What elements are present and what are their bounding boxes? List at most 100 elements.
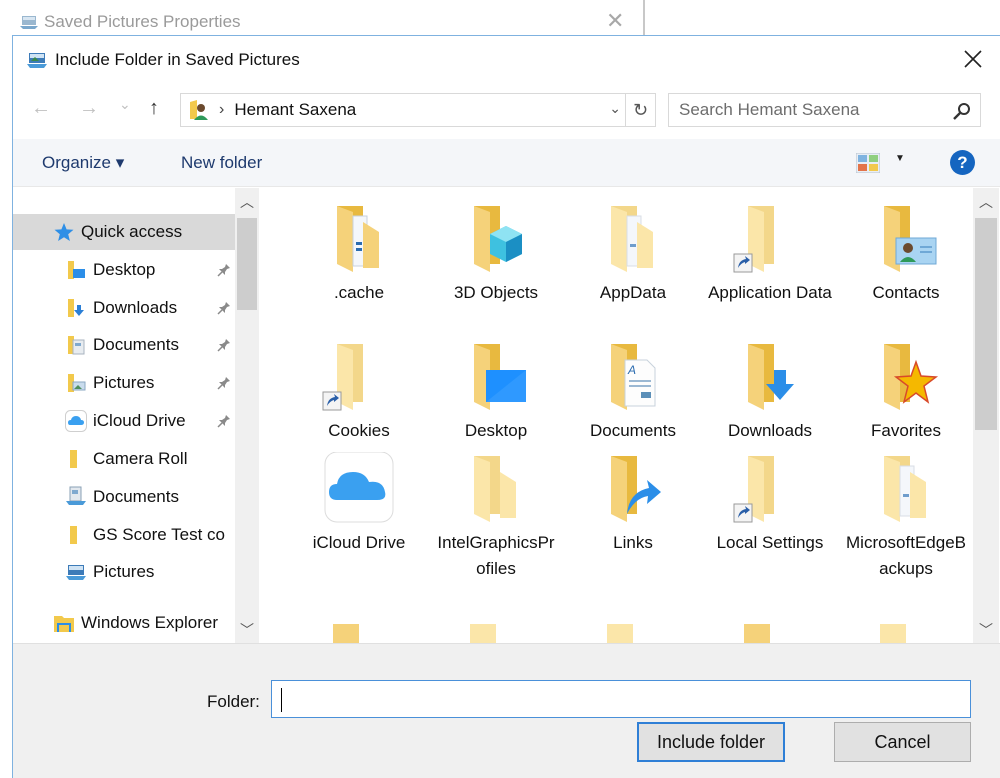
sidebar-item-desktop[interactable]: Desktop (13, 252, 235, 288)
file-item-name: AppData (599, 283, 667, 302)
partial-folder-icon[interactable] (880, 624, 906, 643)
sidebar-item-label: Pictures (93, 373, 155, 392)
sidebar-item-pictures[interactable]: Pictures (13, 554, 235, 590)
folder-files-icon (319, 202, 399, 276)
pictures-library-icon (65, 561, 87, 583)
folder-icon (65, 524, 87, 546)
view-options-dropdown[interactable]: ▼ (895, 153, 905, 164)
background-window-title: Saved Pictures Properties (44, 12, 241, 31)
sidebar-item-pictures[interactable]: Pictures (13, 365, 235, 401)
file-item-application-data[interactable]: Application Data (702, 202, 838, 306)
recent-locations-dropdown[interactable]: ⌄ (119, 94, 131, 114)
folder-input[interactable] (272, 681, 970, 717)
sidebar-item-documents[interactable]: Documents (13, 479, 235, 515)
file-item-links[interactable]: Links (565, 452, 701, 556)
partial-folder-icon[interactable] (607, 624, 633, 643)
new-folder-button[interactable]: New folder (181, 153, 262, 173)
sidebar-item-label: GS Score Test co (93, 525, 225, 544)
background-close-button[interactable]: ✕ (606, 10, 624, 32)
breadcrumb-hemant-saxena[interactable]: Hemant Saxena (234, 100, 356, 120)
desktop-folder-icon (65, 259, 87, 281)
sidebar-item-windows-explorer[interactable]: Windows Explorer (13, 605, 235, 641)
documents-folder-icon (65, 334, 87, 356)
address-bar[interactable]: › Hemant Saxena ⌄ (180, 93, 626, 127)
folder-links-icon (593, 452, 673, 526)
partial-folder-icon[interactable] (333, 624, 359, 643)
file-item-contacts[interactable]: Contacts (838, 202, 971, 306)
file-item-icloud-drive[interactable]: iCloud Drive (291, 451, 427, 556)
close-icon[interactable] (960, 46, 986, 72)
up-button[interactable]: ↑ (149, 98, 159, 118)
sidebar-item-downloads[interactable]: Downloads (13, 290, 235, 326)
pin-icon[interactable] (217, 337, 231, 357)
folder-shortcut-icon (730, 452, 810, 526)
organize-menu-button[interactable]: Organize ▾ (42, 153, 124, 173)
folder-field[interactable] (271, 680, 971, 718)
partial-folder-icon[interactable] (470, 624, 496, 643)
sidebar-item-gs-score-test-co[interactable]: GS Score Test co (13, 517, 235, 553)
scrollbar-thumb[interactable] (237, 218, 257, 310)
breadcrumb-separator[interactable]: › (219, 101, 224, 119)
scroll-down-arrow[interactable]: ﹀ (240, 620, 254, 640)
dialog-title: Include Folder in Saved Pictures (55, 50, 300, 69)
sidebar-item-icloud-drive[interactable]: iCloud Drive (13, 403, 235, 439)
user-folder-icon (190, 100, 208, 120)
file-item-intelgraphicsprofiles[interactable]: IntelGraphicsProfiles (428, 452, 564, 582)
sidebar-item-documents[interactable]: Documents (13, 327, 235, 363)
folder-desktop-icon (456, 340, 536, 414)
forward-button[interactable]: → (79, 98, 99, 118)
file-item-name: Local Settings (716, 533, 824, 552)
pin-icon[interactable] (217, 262, 231, 282)
change-view-icon[interactable] (856, 153, 880, 173)
scrollbar-thumb[interactable] (975, 218, 997, 430)
sidebar-item-camera-roll[interactable]: Camera Roll (13, 441, 235, 477)
file-item-name: Application Data (708, 283, 832, 302)
file-item-local-settings[interactable]: Local Settings (702, 452, 838, 556)
background-window-title-bar: Saved Pictures Properties (20, 12, 241, 32)
file-item-3d-objects[interactable]: 3D Objects (428, 202, 564, 306)
pin-icon[interactable] (217, 413, 231, 433)
file-item-favorites[interactable]: Favorites (838, 340, 971, 444)
sidebar-item-label: Quick access (81, 222, 183, 241)
scroll-down-arrow[interactable]: ﹀ (979, 620, 993, 640)
back-button[interactable]: ← (31, 98, 51, 118)
search-box[interactable] (668, 93, 981, 127)
sidebar-item-label: Documents (93, 487, 179, 506)
search-icon[interactable] (952, 101, 972, 121)
folder-documents-icon: A (593, 340, 673, 414)
address-dropdown-button[interactable]: ⌄ (609, 100, 621, 117)
file-item-downloads[interactable]: Downloads (702, 340, 838, 444)
file-item-appdata[interactable]: AppData (565, 202, 701, 306)
file-item-cache[interactable]: .cache (291, 202, 427, 306)
partial-folder-icon[interactable] (744, 624, 770, 643)
include-folder-button[interactable]: Include folder (637, 722, 785, 762)
scroll-up-arrow[interactable]: ︿ (979, 192, 993, 212)
dialog-footer: Folder: Include folder Cancel (13, 643, 1000, 778)
file-item-name: Documents (590, 421, 676, 440)
svg-text:A: A (627, 363, 636, 377)
sidebar-item-quick-access[interactable]: Quick access (13, 214, 235, 250)
dialog-title-bar: Include Folder in Saved Pictures (13, 36, 1000, 84)
folder-label: Folder: (207, 692, 260, 711)
file-item-documents[interactable]: A Documents (565, 340, 701, 444)
file-item-name: Contacts (872, 283, 940, 302)
help-button[interactable]: ? (950, 150, 975, 175)
search-input[interactable] (679, 100, 939, 120)
file-item-desktop[interactable]: Desktop (428, 340, 564, 444)
file-item-name: IntelGraphicsProfiles (437, 533, 555, 578)
refresh-button[interactable]: ↻ (626, 93, 656, 127)
folder-downloads-icon (730, 340, 810, 414)
file-list-scrollbar[interactable]: ︿ ﹀ (973, 188, 999, 643)
pin-icon[interactable] (217, 300, 231, 320)
file-item-microsoftedgebackups[interactable]: MicrosoftEdgeBackups (838, 452, 971, 582)
file-item-name: 3D Objects (453, 283, 539, 302)
cancel-button[interactable]: Cancel (834, 722, 971, 762)
scroll-up-arrow[interactable]: ︿ (240, 192, 254, 212)
folder-shortcut-icon (730, 202, 810, 276)
file-item-name: .cache (333, 283, 385, 302)
folder-shortcut-icon (319, 340, 399, 414)
pin-icon[interactable] (217, 375, 231, 395)
sidebar-item-label: Documents (93, 335, 179, 354)
navigation-pane-scrollbar[interactable]: ︿ ﹀ (235, 188, 259, 643)
file-item-cookies[interactable]: Cookies (291, 340, 427, 444)
